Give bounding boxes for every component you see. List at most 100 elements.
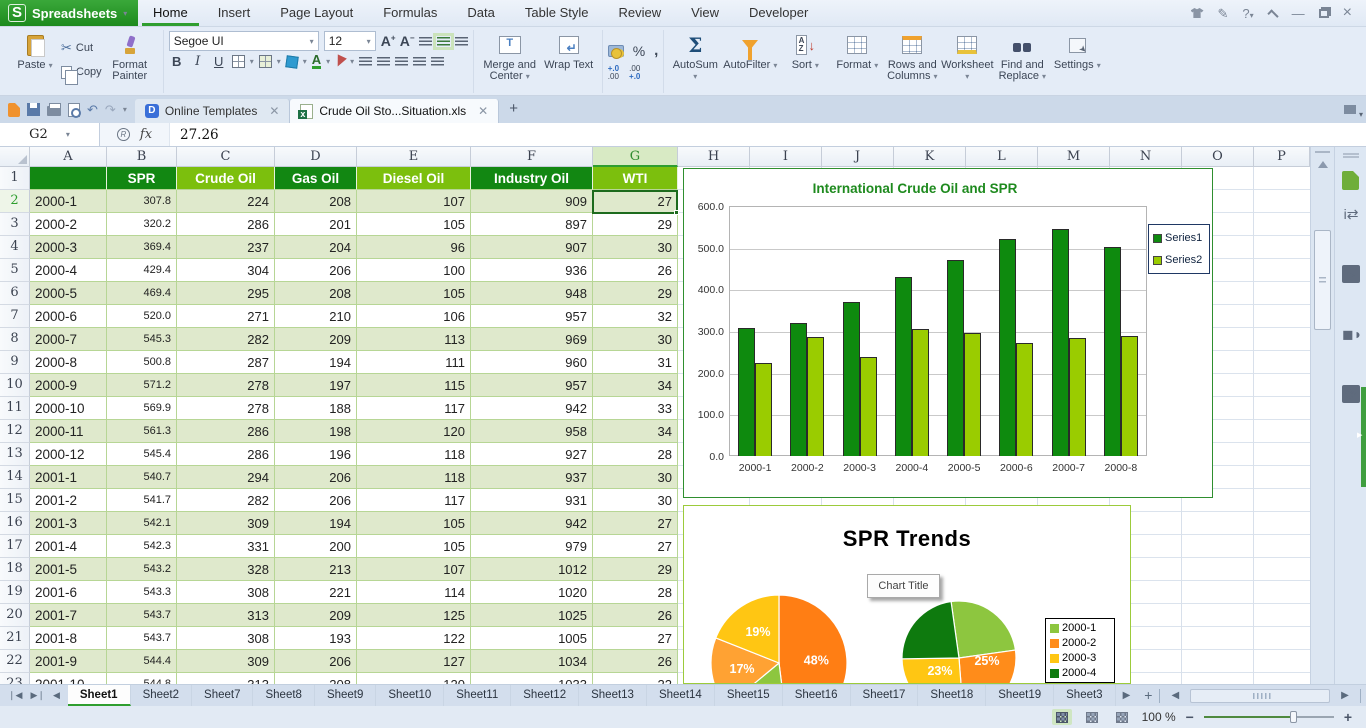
cell[interactable]: 30 (593, 236, 678, 259)
cell[interactable]: 2001-7 (30, 604, 107, 627)
row-header-7[interactable]: 7 (0, 305, 30, 328)
pie-slice[interactable] (951, 601, 1015, 658)
horizontal-scrollbar-thumb[interactable] (1190, 689, 1330, 703)
header-cell[interactable]: SPR (107, 167, 177, 190)
cell[interactable]: 2001-6 (30, 581, 107, 604)
column-header-K[interactable]: K (894, 147, 966, 167)
font-color-icon[interactable]: A (312, 54, 321, 69)
row-header-5[interactable]: 5 (0, 259, 30, 282)
cell[interactable]: 897 (471, 213, 593, 236)
cell[interactable]: 1005 (471, 627, 593, 650)
cell[interactable]: 206 (275, 259, 357, 282)
cell[interactable]: 194 (275, 351, 357, 374)
data-table[interactable]: SPRCrude OilGas OilDiesel OilIndustry Oi… (30, 167, 678, 684)
row-header-13[interactable]: 13 (0, 443, 30, 466)
copy-button[interactable]: Copy (61, 61, 102, 83)
align-bottom-button[interactable] (455, 37, 468, 46)
tab-home[interactable]: Home (138, 0, 203, 26)
close-icon[interactable]: ✕ (478, 104, 488, 118)
cell[interactable]: 122 (357, 627, 471, 650)
refresh-icon[interactable]: ⟳ (1342, 385, 1360, 403)
bar-series2[interactable] (1121, 336, 1138, 456)
cell[interactable]: 543.2 (107, 558, 177, 581)
bar-series2[interactable] (807, 337, 824, 456)
currency-icon[interactable] (608, 45, 624, 57)
panel-handle[interactable] (1343, 153, 1359, 158)
column-header-L[interactable]: L (966, 147, 1038, 167)
cell[interactable]: 369.4 (107, 236, 177, 259)
column-header-B[interactable]: B (107, 147, 177, 167)
bar-series1[interactable] (790, 323, 807, 456)
doc-tab[interactable]: Crude Oil Sto...Situation.xls✕ (290, 99, 499, 123)
cell[interactable]: 542.3 (107, 535, 177, 558)
fill-color-icon[interactable] (285, 55, 299, 69)
tab-formulas[interactable]: Formulas (368, 0, 452, 26)
increase-indent-icon[interactable] (377, 57, 390, 66)
tab-developer[interactable]: Developer (734, 0, 823, 26)
cell[interactable]: 957 (471, 305, 593, 328)
sheet-tab-sheet10[interactable]: Sheet10 (376, 685, 444, 706)
sheet-tab-sheet7[interactable]: Sheet7 (192, 685, 253, 706)
cell[interactable]: 224 (177, 190, 275, 213)
tab-data[interactable]: Data (452, 0, 509, 26)
cell[interactable]: 26 (593, 259, 678, 282)
scroll-left-icon[interactable]: ◀ (1164, 685, 1186, 706)
zoom-slider[interactable] (1204, 716, 1334, 718)
cell[interactable]: 2001-9 (30, 650, 107, 673)
cell[interactable]: 958 (471, 420, 593, 443)
button-autofilter[interactable]: AutoFilter ▾ (721, 30, 779, 71)
name-box[interactable]: G2▾ (0, 123, 100, 146)
normal-view-icon[interactable] (1052, 709, 1072, 725)
zoom-out-button[interactable]: − (1186, 709, 1194, 725)
cell[interactable]: 188 (275, 397, 357, 420)
cut-button[interactable]: ✂Cut (61, 37, 102, 59)
cell[interactable]: 571.2 (107, 374, 177, 397)
italic-button[interactable]: I (190, 54, 206, 69)
cell[interactable]: 2001-10 (30, 673, 107, 684)
cell[interactable]: 1020 (471, 581, 593, 604)
cell[interactable]: 320.2 (107, 213, 177, 236)
feedback-icon[interactable]: ✎ (1218, 7, 1229, 20)
cell[interactable]: 2001-4 (30, 535, 107, 558)
cell[interactable]: 209 (275, 328, 357, 351)
cell[interactable]: 120 (357, 673, 471, 684)
cell[interactable]: 307.8 (107, 190, 177, 213)
formula-input[interactable]: 27.26 (170, 123, 1366, 146)
bar-series2[interactable] (1069, 338, 1086, 456)
cell[interactable]: 193 (275, 627, 357, 650)
cell[interactable]: 117 (357, 489, 471, 512)
button-rows-and-columns[interactable]: Rows andColumns ▾ (883, 30, 941, 82)
sheet-tab-sheet3[interactable]: Sheet3 (1054, 685, 1115, 706)
scroll-right-icon[interactable]: ▶ (1334, 685, 1356, 706)
close-icon[interactable]: × (1343, 5, 1352, 21)
cell[interactable]: 113 (357, 328, 471, 351)
cell[interactable]: 979 (471, 535, 593, 558)
cell[interactable]: 520.0 (107, 305, 177, 328)
cell[interactable]: 105 (357, 535, 471, 558)
redo-icon[interactable]: ↷ (105, 102, 116, 118)
cell[interactable]: 118 (357, 443, 471, 466)
row-header-22[interactable]: 22 (0, 650, 30, 673)
column-header-A[interactable]: A (30, 147, 107, 167)
cell[interactable]: 313 (177, 604, 275, 627)
cell[interactable]: 927 (471, 443, 593, 466)
add-sheet-button[interactable]: + (1137, 685, 1159, 706)
bar-chart[interactable]: International Crude Oil and SPR 2000-120… (683, 168, 1213, 498)
cell[interactable]: 118 (357, 466, 471, 489)
cell[interactable]: 960 (471, 351, 593, 374)
cell[interactable]: 328 (177, 558, 275, 581)
cell[interactable]: 278 (177, 397, 275, 420)
sheet-tab-sheet14[interactable]: Sheet14 (647, 685, 715, 706)
cell[interactable]: 2000-1 (30, 190, 107, 213)
cell[interactable]: 2000-2 (30, 213, 107, 236)
cell[interactable]: 29 (593, 282, 678, 305)
collapse-ribbon-icon[interactable] (1267, 9, 1278, 20)
button-sort[interactable]: AZ↓Sort ▾ (779, 30, 831, 71)
cell[interactable]: 543.7 (107, 604, 177, 627)
cell[interactable]: 2000-10 (30, 397, 107, 420)
document-icon[interactable] (1342, 171, 1359, 190)
cell[interactable]: 931 (471, 489, 593, 512)
cell[interactable]: 909 (471, 190, 593, 213)
cell[interactable]: 32 (593, 305, 678, 328)
bar-series2[interactable] (755, 363, 772, 456)
